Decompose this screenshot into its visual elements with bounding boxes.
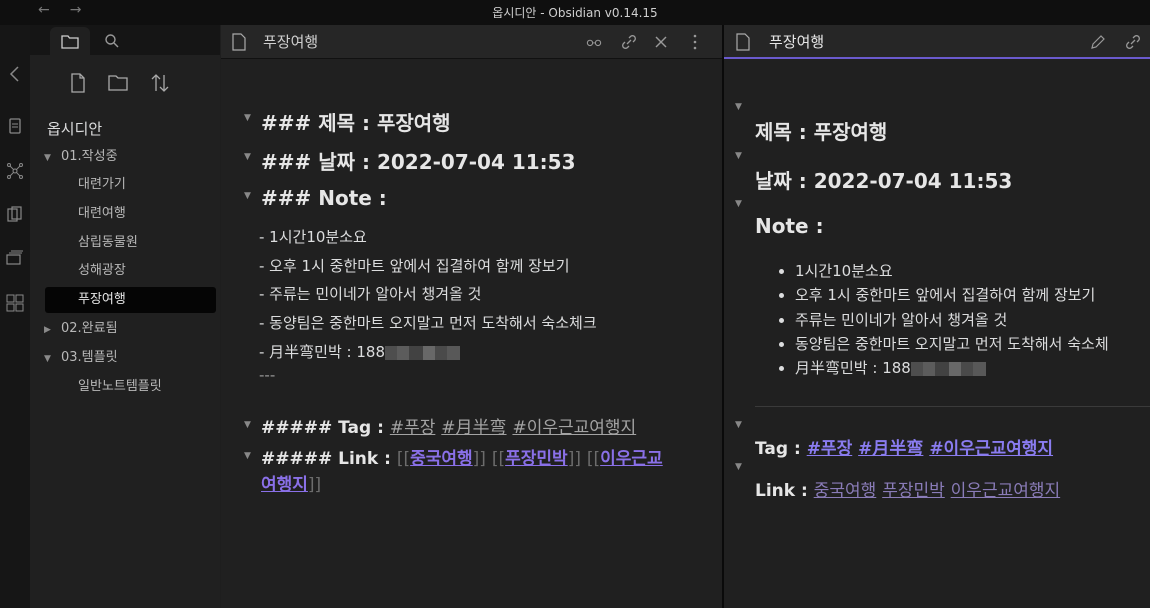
tab-file-explorer[interactable]	[50, 27, 90, 55]
vault-name: 옵시디안	[47, 120, 103, 138]
list-item[interactable]: - 月半弯민박 : 188	[259, 341, 461, 362]
preview-list-item: 月半弯민박 : 188	[795, 357, 986, 378]
bullet-icon	[779, 342, 784, 347]
folder-icon	[61, 35, 79, 49]
heading-title[interactable]: ### 제목 : 푸장여행	[261, 107, 451, 136]
file-explorer-sidebar: 옵시디안 ▼ 01.작성중 대련가기 대련여행 삼립동물원 성해광장 푸장여행 ▶…	[30, 25, 220, 608]
heading-note[interactable]: ### Note :	[261, 186, 387, 210]
tag-line[interactable]: ##### Tag : #푸장 #月半弯 #이우근교여행지	[261, 413, 636, 438]
redacted-blur	[385, 345, 461, 360]
tag-link[interactable]: #月半弯	[858, 439, 923, 459]
editor-pane: 푸장여행 ▼ ### 제목 : 푸장여행 ▼ ### 날짜 : 2022-07-…	[221, 25, 722, 608]
new-note-icon[interactable]	[70, 73, 86, 93]
tree-folder-01[interactable]: ▼ 01.작성중	[44, 144, 118, 170]
forward-arrow-icon[interactable]: →	[70, 2, 82, 18]
caret-down-icon: ▼	[44, 153, 51, 163]
more-options-icon[interactable]	[687, 34, 703, 50]
preview-heading-title: 제목 : 푸장여행	[755, 120, 888, 144]
internal-link[interactable]: 중국여행	[410, 449, 473, 469]
tag-link[interactable]: #푸장	[807, 439, 853, 459]
preview-pane: 푸장여행 ▼ 제목 : 푸장여행 ▼ 날짜 : 2022-07-04 11:53…	[724, 25, 1150, 608]
preview-list-item: 동양팀은 중한마트 오지말고 먼저 도착해서 숙소체	[795, 335, 1109, 353]
heading-date[interactable]: ### 날짜 : 2022-07-04 11:53	[261, 146, 576, 175]
fold-icon[interactable]: ▼	[735, 420, 742, 430]
fold-icon[interactable]: ▼	[735, 151, 742, 161]
graph-view-icon[interactable]	[6, 162, 24, 180]
internal-link[interactable]: 푸장민박	[505, 449, 568, 469]
tag-link[interactable]: #이우근교여행지	[512, 418, 636, 438]
file-icon	[232, 33, 246, 51]
preview-title[interactable]: 푸장여행	[769, 31, 824, 52]
tree-file[interactable]: 삼립동물원	[78, 230, 138, 256]
tree-folder-02[interactable]: ▶ 02.완료됨	[44, 316, 118, 342]
link-icon[interactable]	[621, 34, 637, 50]
fold-icon[interactable]: ▼	[244, 451, 251, 461]
internal-link[interactable]: 중국여행	[814, 481, 877, 501]
tree-file-active[interactable]: 푸장여행	[45, 287, 216, 313]
preview-list-item: 주류는 민이네가 알아서 챙겨올 것	[795, 311, 1008, 329]
bullet-icon	[779, 318, 784, 323]
tree-folder-03[interactable]: ▼ 03.템플릿	[44, 345, 118, 371]
sort-icon[interactable]	[150, 73, 170, 93]
list-item[interactable]: - 1시간10분소요	[259, 226, 367, 247]
new-folder-icon[interactable]	[108, 73, 128, 91]
link-line-wrap[interactable]: 여행지]]	[261, 470, 321, 495]
quick-switcher-icon[interactable]	[7, 118, 23, 134]
link-line[interactable]: ##### Link : [[중국여행]] [[푸장민박]] [[이우근교	[261, 444, 663, 469]
edit-pencil-icon[interactable]	[1090, 34, 1106, 50]
fold-icon[interactable]: ▼	[735, 199, 742, 209]
preview-tag-line: Tag : #푸장 #月半弯 #이우근교여행지	[755, 439, 1054, 459]
collapse-chevron-icon[interactable]	[8, 65, 22, 83]
internal-link[interactable]: 푸장민박	[882, 481, 945, 501]
list-item[interactable]: - 동양팀은 중한마트 오지말고 먼저 도착해서 숙소체크	[259, 312, 597, 333]
close-icon[interactable]	[653, 34, 669, 50]
preview-heading-date: 날짜 : 2022-07-04 11:53	[755, 169, 1013, 193]
editor-pane-header: 푸장여행	[221, 25, 722, 59]
bullet-icon	[779, 269, 784, 274]
tag-link[interactable]: #月半弯	[441, 418, 506, 438]
fold-icon[interactable]: ▼	[244, 191, 251, 201]
internal-link[interactable]: 이우근교	[600, 449, 663, 469]
caret-right-icon: ▶	[44, 325, 51, 335]
fold-icon[interactable]: ▼	[735, 462, 742, 472]
plugins-icon[interactable]	[6, 294, 24, 312]
internal-link[interactable]: 여행지	[261, 475, 308, 495]
window-title: 옵시디안 - Obsidian v0.14.15	[492, 6, 658, 20]
horizontal-rule-source[interactable]: ---	[259, 366, 275, 384]
fold-icon[interactable]: ▼	[244, 420, 251, 430]
preview-heading-note: Note :	[755, 214, 824, 238]
bullet-icon	[779, 366, 784, 371]
list-item[interactable]: - 주류는 민이네가 알아서 챙겨올 것	[259, 283, 481, 304]
tag-link[interactable]: #푸장	[390, 418, 436, 438]
tree-file[interactable]: 일반노트템플릿	[78, 374, 162, 400]
fold-icon[interactable]: ▼	[735, 102, 742, 112]
search-icon[interactable]	[104, 33, 120, 49]
tree-file[interactable]: 대련가기	[78, 172, 126, 198]
bullet-icon	[779, 293, 784, 298]
reading-view-icon[interactable]	[586, 34, 602, 50]
link-icon[interactable]	[1125, 34, 1141, 50]
fold-icon[interactable]: ▼	[244, 113, 251, 123]
preview-list-item: 1시간10분소요	[795, 262, 893, 280]
sidebar-tabs	[30, 25, 220, 55]
internal-link[interactable]: 이우근교여행지	[951, 481, 1060, 501]
caret-down-icon: ▼	[44, 354, 51, 364]
ribbon	[0, 25, 30, 608]
title-bar: ← → 옵시디안 - Obsidian v0.14.15	[0, 0, 1150, 25]
file-icon	[736, 33, 750, 51]
tag-link[interactable]: #이우근교여행지	[929, 439, 1053, 459]
preview-link-line: Link : 중국여행 푸장민박 이우근교여행지	[755, 481, 1061, 501]
redacted-blur	[910, 361, 986, 376]
tree-file[interactable]: 대련여행	[78, 201, 126, 227]
horizontal-rule	[755, 406, 1150, 407]
preview-pane-header: 푸장여행	[724, 25, 1150, 59]
fold-icon[interactable]: ▼	[244, 152, 251, 162]
editor-title[interactable]: 푸장여행	[263, 31, 318, 52]
back-arrow-icon[interactable]: ←	[38, 2, 50, 18]
list-item[interactable]: - 오후 1시 중한마트 앞에서 집결하여 함께 장보기	[259, 255, 570, 276]
templates-icon[interactable]	[7, 206, 23, 222]
tree-file[interactable]: 성해광장	[78, 258, 126, 284]
slides-icon[interactable]	[6, 250, 24, 266]
preview-list-item: 오후 1시 중한마트 앞에서 집결하여 함께 장보기	[795, 286, 1096, 304]
